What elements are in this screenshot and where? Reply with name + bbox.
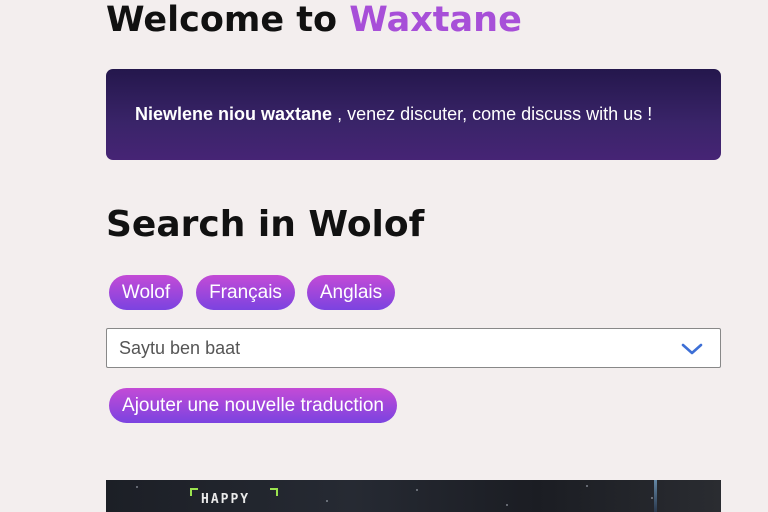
banner-text: , venez discuter, come discuss with us ! bbox=[337, 104, 653, 124]
light-streak bbox=[654, 480, 657, 512]
frame-corner-left bbox=[190, 488, 198, 496]
page: Welcome to Waxtane Niewlene niou waxtane… bbox=[0, 0, 768, 512]
word-search-select[interactable]: Saytu ben baat bbox=[106, 328, 721, 368]
banner-bold-text: Niewlene niou waxtane bbox=[135, 104, 333, 124]
language-button-anglais[interactable]: Anglais bbox=[307, 275, 395, 310]
page-title: Welcome to Waxtane bbox=[106, 0, 522, 40]
search-title: Search in Wolof bbox=[106, 204, 425, 245]
star-dot bbox=[136, 486, 138, 488]
language-button-francais[interactable]: Français bbox=[196, 275, 295, 310]
brand-name: Waxtane bbox=[349, 0, 522, 40]
star-dot bbox=[586, 485, 588, 487]
star-dot bbox=[416, 489, 418, 491]
promo-image: HAPPY bbox=[106, 480, 721, 512]
frame-corner-right bbox=[270, 488, 278, 496]
star-dot bbox=[506, 504, 508, 506]
star-dot bbox=[651, 497, 653, 499]
image-caption: HAPPY bbox=[201, 492, 251, 507]
select-placeholder: Saytu ben baat bbox=[119, 337, 241, 358]
language-button-wolof[interactable]: Wolof bbox=[109, 275, 183, 310]
star-dot bbox=[326, 500, 328, 502]
welcome-banner: Niewlene niou waxtane , venez discuter, … bbox=[106, 69, 721, 160]
welcome-text: Welcome to bbox=[106, 0, 338, 40]
add-translation-button[interactable]: Ajouter une nouvelle traduction bbox=[109, 388, 397, 423]
chevron-down-icon[interactable] bbox=[681, 342, 703, 356]
